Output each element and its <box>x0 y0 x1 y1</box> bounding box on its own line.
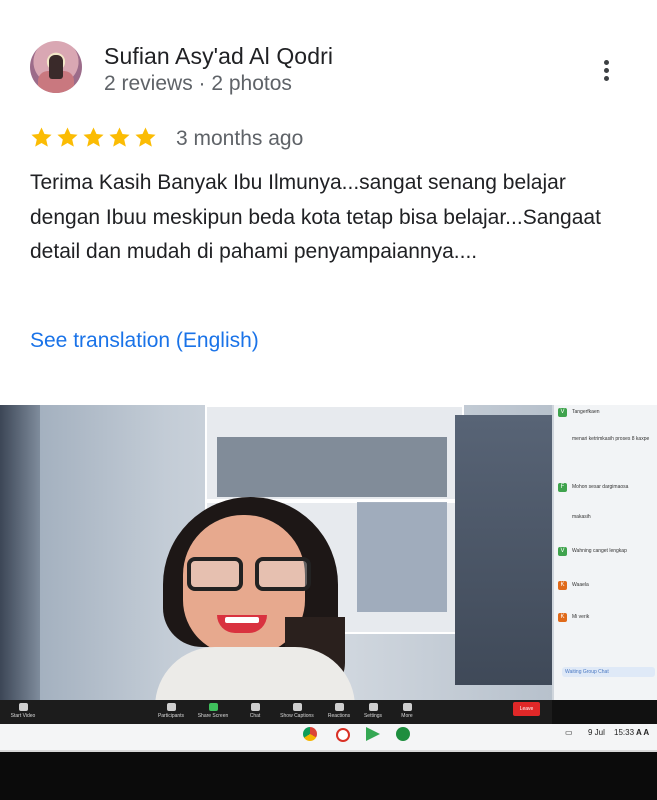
chrome-icon[interactable] <box>303 727 317 741</box>
star-icon <box>57 127 78 147</box>
more-button[interactable]: More <box>384 703 430 723</box>
chat-avatar: V <box>558 547 567 556</box>
star-icon <box>135 127 156 147</box>
share-screen-icon <box>208 703 218 711</box>
chat-message-text: Waaela <box>572 582 589 588</box>
monitor-bezel <box>0 752 657 800</box>
star-icon <box>83 127 104 147</box>
reviewer-meta: 2 reviews · 2 photos <box>104 72 292 95</box>
chat-message-text: Wahning canget lengkap <box>572 548 627 554</box>
monitor-frame <box>0 724 657 750</box>
avatar-figure-head <box>49 55 63 79</box>
reviewer-avatar[interactable] <box>30 41 82 93</box>
chat-avatar: K <box>558 613 567 622</box>
review-text: Terima Kasih Banyak Ibu Ilmunya...sangat… <box>30 171 601 263</box>
star-icon <box>31 127 52 147</box>
reactions-icon <box>334 703 344 711</box>
chat-message-text: menari ketrimkasih proses 8 kaxpe <box>572 436 650 442</box>
chat-message-text: Mohon sesar dargimaosa <box>572 484 629 490</box>
see-translation-link[interactable]: See translation (English) <box>30 329 259 353</box>
video-camera-icon <box>18 703 28 711</box>
taskbar-clock: 15:33 <box>614 728 635 737</box>
taskbar-indicators: A A <box>636 728 650 737</box>
video-call-view <box>0 405 552 707</box>
review-time: 3 months ago <box>176 127 304 150</box>
review-card: Sufian Asy'ad Al Qodri 2 reviews · 2 pho… <box>0 0 657 405</box>
chat-message-text: makasih <box>572 514 591 520</box>
chat-avatar: V <box>558 408 567 417</box>
chat-avatar: K <box>558 581 567 590</box>
reviewer-name[interactable]: Sufian Asy'ad Al Qodri <box>104 43 333 70</box>
gear-icon <box>368 703 378 711</box>
chat-message-text: Tangerfkaen <box>572 409 600 415</box>
teacher-video <box>155 497 355 707</box>
zoom-toolbar: Start Video Participants Share Screen Ch… <box>0 700 552 724</box>
captions-icon <box>292 703 302 711</box>
chat-message-text: Mi verik <box>572 614 590 620</box>
review-photo[interactable]: Start Video Participants Share Screen Ch… <box>0 405 657 800</box>
taskbar-date: 9 Jul <box>588 728 605 737</box>
background-wall-right <box>455 415 552 685</box>
participants-button[interactable]: Participants <box>148 703 194 723</box>
gmail-icon[interactable] <box>336 728 350 742</box>
chat-panel: V Tangerfkaen menari ketrimkasih proses 8 … <box>552 405 657 700</box>
wall-shadow <box>0 405 40 700</box>
start-video-button[interactable]: Start Video <box>0 703 46 723</box>
eyeglasses <box>173 557 313 591</box>
participants-icon <box>166 703 176 711</box>
chat-input[interactable]: Waiting Group Chat <box>562 667 655 677</box>
more-vert-icon[interactable] <box>598 57 616 83</box>
show-captions-button[interactable]: Show Captions <box>274 703 320 723</box>
star-icon <box>109 127 130 147</box>
meet-icon[interactable] <box>396 727 410 741</box>
share-screen-button[interactable]: Share Screen <box>190 703 236 723</box>
chat-icon <box>250 703 260 711</box>
chat-button[interactable]: Chat <box>232 703 278 723</box>
files-icon[interactable]: ▭ <box>565 728 573 737</box>
leave-button[interactable]: Leave <box>513 702 540 716</box>
chat-avatar: F <box>558 483 567 492</box>
star-rating <box>30 126 157 152</box>
more-horiz-icon <box>402 703 412 711</box>
